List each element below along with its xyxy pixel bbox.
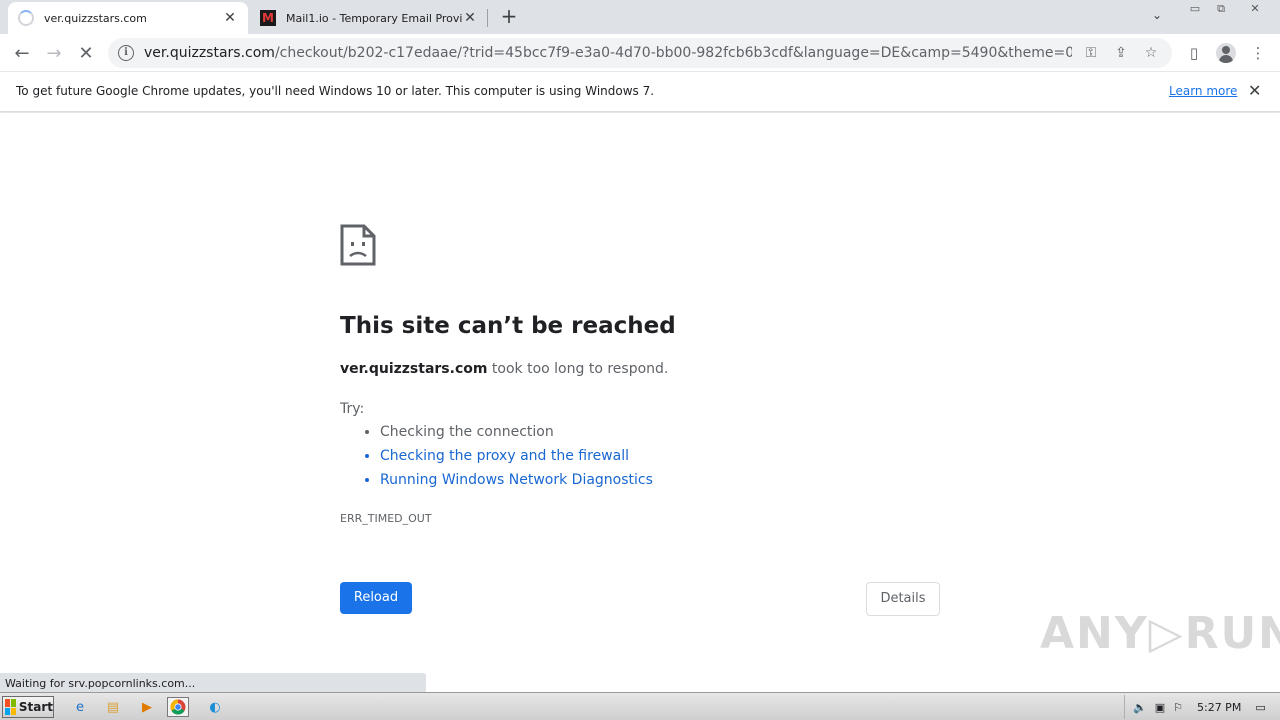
chrome-icon (170, 699, 186, 715)
close-infobar-icon[interactable]: ✕ (1248, 81, 1261, 100)
restore-button[interactable]: ⧉ (1208, 0, 1234, 20)
start-button[interactable]: Start (2, 696, 54, 718)
volume-icon[interactable]: 🔈 (1133, 701, 1147, 714)
suggestion-network-diagnostics-link[interactable]: Running Windows Network Diagnostics (380, 471, 653, 495)
try-label: Try: (340, 401, 365, 417)
chrome-taskbar-icon[interactable] (167, 697, 189, 717)
url-host: ver.quizzstars.com (144, 45, 275, 61)
error-heading: This site can’t be reached (340, 313, 676, 339)
stop-loading-button[interactable]: ✕ (74, 41, 98, 65)
internet-explorer-icon[interactable]: e (69, 697, 91, 717)
avatar-icon (1216, 43, 1236, 63)
error-description: ver.quizzstars.com took too long to resp… (340, 361, 668, 377)
profile-button[interactable] (1215, 42, 1237, 64)
error-host: ver.quizzstars.com (340, 361, 488, 377)
suggestion-check-connection: Checking the connection (380, 423, 653, 447)
suggestion-check-proxy-link[interactable]: Checking the proxy and the firewall (380, 447, 653, 471)
address-bar[interactable]: i ver.quizzstars.com/checkout/b202-c17ed… (108, 38, 1172, 68)
network-icon[interactable]: ▣ (1155, 701, 1165, 714)
close-tab-icon[interactable]: ✕ (462, 10, 478, 26)
start-label: Start (18, 700, 53, 714)
tab-search-chevron-icon[interactable]: ⌄ (1152, 8, 1162, 22)
media-player-icon[interactable]: ▶ (136, 697, 158, 717)
new-tab-button[interactable]: + (499, 6, 519, 26)
learn-more-link[interactable]: Learn more (1169, 84, 1237, 98)
tab-title: ver.quizzstars.com (44, 11, 147, 25)
site-info-icon[interactable]: i (118, 45, 134, 61)
mail1-favicon-icon: M (260, 10, 276, 26)
close-tab-icon[interactable]: ✕ (222, 10, 238, 26)
details-button[interactable]: Details (866, 582, 940, 616)
more-menu-icon[interactable]: ⋮ (1247, 42, 1269, 64)
tab-title: Mail1.io - Temporary Email Provider (286, 11, 462, 25)
show-desktop-icon[interactable]: ▭ (1255, 701, 1265, 714)
browser-toolbar: ← → ✕ i ver.quizzstars.com/checkout/b202… (0, 34, 1280, 72)
error-code: ERR_TIMED_OUT (340, 512, 432, 525)
error-description-suffix: took too long to respond. (487, 361, 669, 377)
close-window-button[interactable]: ✕ (1242, 0, 1268, 20)
key-icon[interactable]: ⚿ (1080, 42, 1102, 64)
share-icon[interactable]: ⇪ (1110, 42, 1132, 64)
system-tray: 🔈 ▣ ⚐ 5:27 PM ▭ (1124, 695, 1280, 719)
anyrun-watermark: ANY▷RUN (1040, 608, 1280, 659)
file-explorer-icon[interactable]: ▤ (102, 697, 124, 717)
sad-page-icon (340, 224, 376, 266)
url-path: /checkout/b202-c17edaae/?trid=45bcc7f9-e… (274, 45, 1072, 61)
infobar-message: To get future Google Chrome updates, you… (16, 84, 655, 98)
tab-mail1[interactable]: M Mail1.io - Temporary Email Provider ✕ (250, 2, 488, 34)
clock[interactable]: 5:27 PM (1197, 701, 1241, 714)
tab-quizzstars[interactable]: ver.quizzstars.com ✕ (8, 2, 248, 34)
status-bubble: Waiting for srv.popcornlinks.com... (0, 673, 426, 693)
minimize-button[interactable]: ▭ (1182, 0, 1208, 20)
side-panel-icon[interactable]: ▯ (1183, 42, 1205, 64)
action-center-flag-icon[interactable]: ⚐ (1173, 701, 1183, 714)
back-button[interactable]: ← (10, 41, 34, 65)
reload-button[interactable]: Reload (340, 582, 412, 614)
update-infobar: To get future Google Chrome updates, you… (0, 72, 1280, 112)
bookmark-star-icon[interactable]: ☆ (1140, 42, 1162, 64)
tab-divider (487, 9, 488, 27)
url-text[interactable]: ver.quizzstars.com/checkout/b202-c17edaa… (144, 45, 1072, 61)
windows-taskbar: Start e ▤ ▶ ◐ 🔈 ▣ ⚐ 5:27 PM ▭ (0, 692, 1280, 720)
tab-strip: ver.quizzstars.com ✕ M Mail1.io - Tempor… (0, 0, 1280, 34)
edge-icon[interactable]: ◐ (204, 697, 226, 717)
suggestion-list: Checking the connection Checking the pro… (380, 423, 653, 495)
windows-logo-icon (5, 699, 16, 715)
loading-spinner-icon (18, 10, 34, 26)
page-content: This site can’t be reached ver.quizzstar… (0, 113, 1280, 672)
forward-button[interactable]: → (42, 41, 66, 65)
